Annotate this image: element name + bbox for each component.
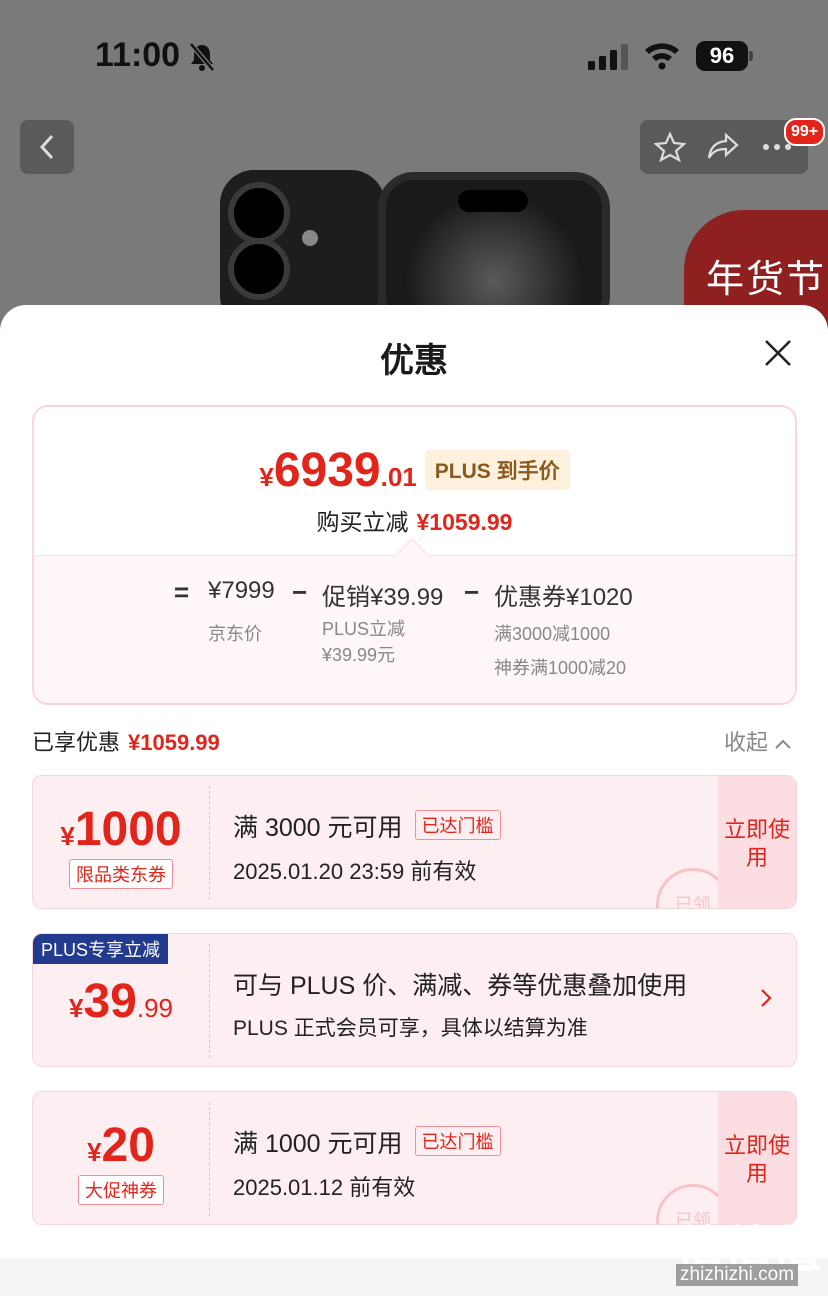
price-yen: ¥: [259, 462, 274, 492]
minus-sign: −: [292, 577, 308, 607]
chevron-left-icon: [39, 134, 54, 160]
coupon-yen: ¥: [87, 1137, 102, 1167]
flash: [302, 230, 318, 246]
use-now-button[interactable]: 立即使用: [718, 1092, 796, 1224]
watermark-site: zhizhizhi.com: [676, 1264, 799, 1286]
coupon-decimal: .99: [136, 993, 173, 1023]
base-price: ¥7999: [208, 577, 275, 604]
promo-amount: 促销¥39.99: [322, 584, 444, 611]
status-time: 11:00: [95, 36, 181, 74]
close-button[interactable]: [760, 335, 796, 371]
coupon-sub-1: 满3000减1000: [494, 624, 611, 644]
share-icon[interactable]: [706, 132, 740, 162]
enjoyed-label: 已享优惠: [32, 730, 121, 755]
coupon-card: ¥20 大促神券 满 1000 元可用 已达门槛 2025.01.12 前有效 已…: [32, 1091, 797, 1225]
enjoyed-discount: 已享优惠 ¥1059.99: [32, 725, 220, 757]
promo-sub-1: PLUS立减: [322, 619, 406, 639]
collapse-label: 收起: [724, 730, 769, 755]
coupon-yen: ¥: [68, 993, 84, 1023]
battery-tip: [749, 51, 753, 61]
coupon-amount: 20: [101, 1119, 155, 1172]
coupon-type-label: 限品类东券: [69, 859, 173, 889]
use-now-button[interactable]: 立即使用: [718, 776, 796, 908]
battery-indicator: 96: [696, 41, 754, 71]
coupon-condition: 满 1000 元可用 已达门槛: [233, 1124, 501, 1160]
top-action-bar: [640, 120, 808, 174]
price-decimal: .01: [380, 462, 417, 492]
coupon-amount: 优惠券¥1020: [494, 584, 633, 611]
message-badge: 99+: [784, 118, 826, 146]
minus-sign: −: [464, 577, 480, 607]
plus-price-tag: PLUS 到手价: [424, 450, 570, 490]
coupon-condition-text: 满 1000 元可用: [233, 1130, 403, 1158]
final-price: ¥6939.01 PLUS 到手价: [34, 443, 795, 498]
sheet-title: 优惠: [380, 342, 448, 380]
threshold-badge: 已达门槛: [414, 810, 501, 840]
purchase-reduction: 购买立减 ¥1059.99: [34, 503, 795, 537]
back-button[interactable]: [20, 120, 74, 174]
equals-sign: =: [174, 577, 190, 607]
enjoyed-value: ¥1059.99: [128, 730, 220, 755]
close-icon: [765, 340, 791, 366]
chevron-right-icon: [761, 989, 772, 1007]
chevron-up-icon: [775, 739, 791, 749]
star-icon[interactable]: [654, 132, 686, 162]
plus-discount-value: ¥39.99: [33, 934, 209, 1066]
plus-line-1: 可与 PLUS 价、满减、券等优惠叠加使用: [233, 972, 688, 1000]
camera-lens: [228, 182, 290, 244]
price-summary-card: ¥6939.01 PLUS 到手价 购买立减 ¥1059.99 = ¥7999 京东…: [32, 405, 797, 705]
product-image: [220, 170, 610, 332]
reduce-label: 购买立减: [316, 509, 409, 535]
coupon-value: ¥1000 限品类东券: [33, 776, 209, 908]
more-icon[interactable]: [762, 142, 792, 152]
base-price-label: 京东价: [208, 624, 262, 644]
reduce-value: ¥1059.99: [416, 509, 513, 535]
coupon-value: ¥20 大促神券: [33, 1092, 209, 1224]
cellular-signal-icon: [588, 44, 630, 75]
coupon-condition-text: 满 3000 元可用: [233, 814, 403, 842]
coupon-yen: ¥: [60, 821, 75, 851]
bell-muted-icon: [188, 42, 216, 77]
discount-sheet: 优惠 ¥6939.01 PLUS 到手价 购买立减 ¥1059.99 = ¥7999…: [0, 305, 828, 1296]
collapse-toggle[interactable]: 收起: [724, 725, 792, 757]
battery-level: 96: [696, 41, 748, 71]
wifi-icon: [643, 40, 681, 75]
coupon-validity: 2025.01.20 23:59 前有效: [233, 859, 477, 884]
status-bar: 11:00 96: [0, 34, 828, 78]
promo-sub-2: ¥39.99元: [322, 645, 396, 665]
plus-line-2: PLUS 正式会员可享，具体以结算为准: [233, 1017, 588, 1040]
camera-lens: [228, 238, 290, 300]
price-main: 6939: [273, 444, 381, 497]
plus-discount-card[interactable]: PLUS专享立减 ¥39.99 可与 PLUS 价、满减、券等优惠叠加使用 PL…: [32, 933, 797, 1067]
coupon-amount: 39: [83, 975, 137, 1028]
coupon-sub-2: 神券满1000减20: [494, 658, 627, 678]
threshold-badge: 已达门槛: [414, 1126, 501, 1156]
coupon-validity: 2025.01.12 前有效: [233, 1175, 416, 1200]
coupon-card: ¥1000 限品类东券 满 3000 元可用 已达门槛 2025.01.20 23…: [32, 775, 797, 909]
coupon-amount: 1000: [74, 803, 182, 856]
coupon-condition: 满 3000 元可用 已达门槛: [233, 808, 501, 844]
coupon-type-label: 大促神券: [78, 1175, 164, 1205]
